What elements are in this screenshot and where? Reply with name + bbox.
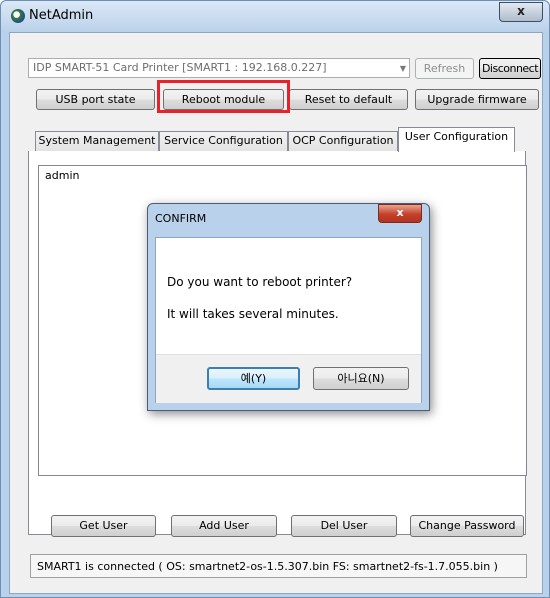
del-user-button[interactable]: Del User	[291, 515, 397, 537]
dialog-body: Do you want to reboot printer? It will t…	[155, 237, 422, 403]
add-user-button[interactable]: Add User	[171, 515, 277, 537]
reboot-highlight-box	[157, 80, 290, 113]
status-bar: SMART1 is connected ( OS: smartnet2-os-1…	[30, 554, 527, 578]
tab-user-configuration[interactable]: User Configuration	[398, 127, 515, 152]
dialog-message-primary: Do you want to reboot printer?	[167, 275, 353, 289]
upgrade-firmware-button[interactable]: Upgrade firmware	[415, 89, 539, 110]
chevron-down-icon[interactable]: ▼	[400, 64, 406, 73]
get-user-button[interactable]: Get User	[51, 515, 156, 537]
tab-ocp-configuration[interactable]: OCP Configuration	[288, 131, 398, 151]
dialog-message-secondary: It will takes several minutes.	[167, 307, 339, 321]
window-title: NetAdmin	[29, 8, 94, 23]
confirm-dialog: CONFIRM x Do you want to reboot printer?…	[147, 203, 430, 411]
device-select-value: IDP SMART-51 Card Printer [SMART1 : 192.…	[33, 61, 327, 74]
title-bar[interactable]: NetAdmin x	[1, 1, 549, 31]
netadmin-app-icon	[11, 9, 25, 23]
tab-system-management[interactable]: System Management	[35, 131, 159, 151]
device-select[interactable]: IDP SMART-51 Card Printer [SMART1 : 192.…	[28, 58, 410, 78]
no-button[interactable]: 아니요(N)	[313, 367, 409, 390]
tab-service-configuration[interactable]: Service Configuration	[159, 131, 288, 151]
usb-port-state-button[interactable]: USB port state	[36, 89, 155, 110]
reset-to-default-button[interactable]: Reset to default	[289, 89, 408, 110]
list-item[interactable]: admin	[45, 169, 79, 182]
status-text: SMART1 is connected ( OS: smartnet2-os-1…	[37, 560, 498, 573]
window-close-button[interactable]: x	[499, 2, 543, 22]
refresh-button[interactable]: Refresh	[415, 58, 474, 79]
dialog-button-bar: 예(Y) 아니요(N)	[156, 354, 421, 403]
disconnect-button[interactable]: Disconnect	[479, 58, 541, 79]
change-password-button[interactable]: Change Password	[410, 515, 524, 537]
dialog-close-button[interactable]: x	[378, 204, 422, 223]
yes-button[interactable]: 예(Y)	[207, 367, 300, 390]
dialog-title: CONFIRM	[155, 212, 207, 225]
